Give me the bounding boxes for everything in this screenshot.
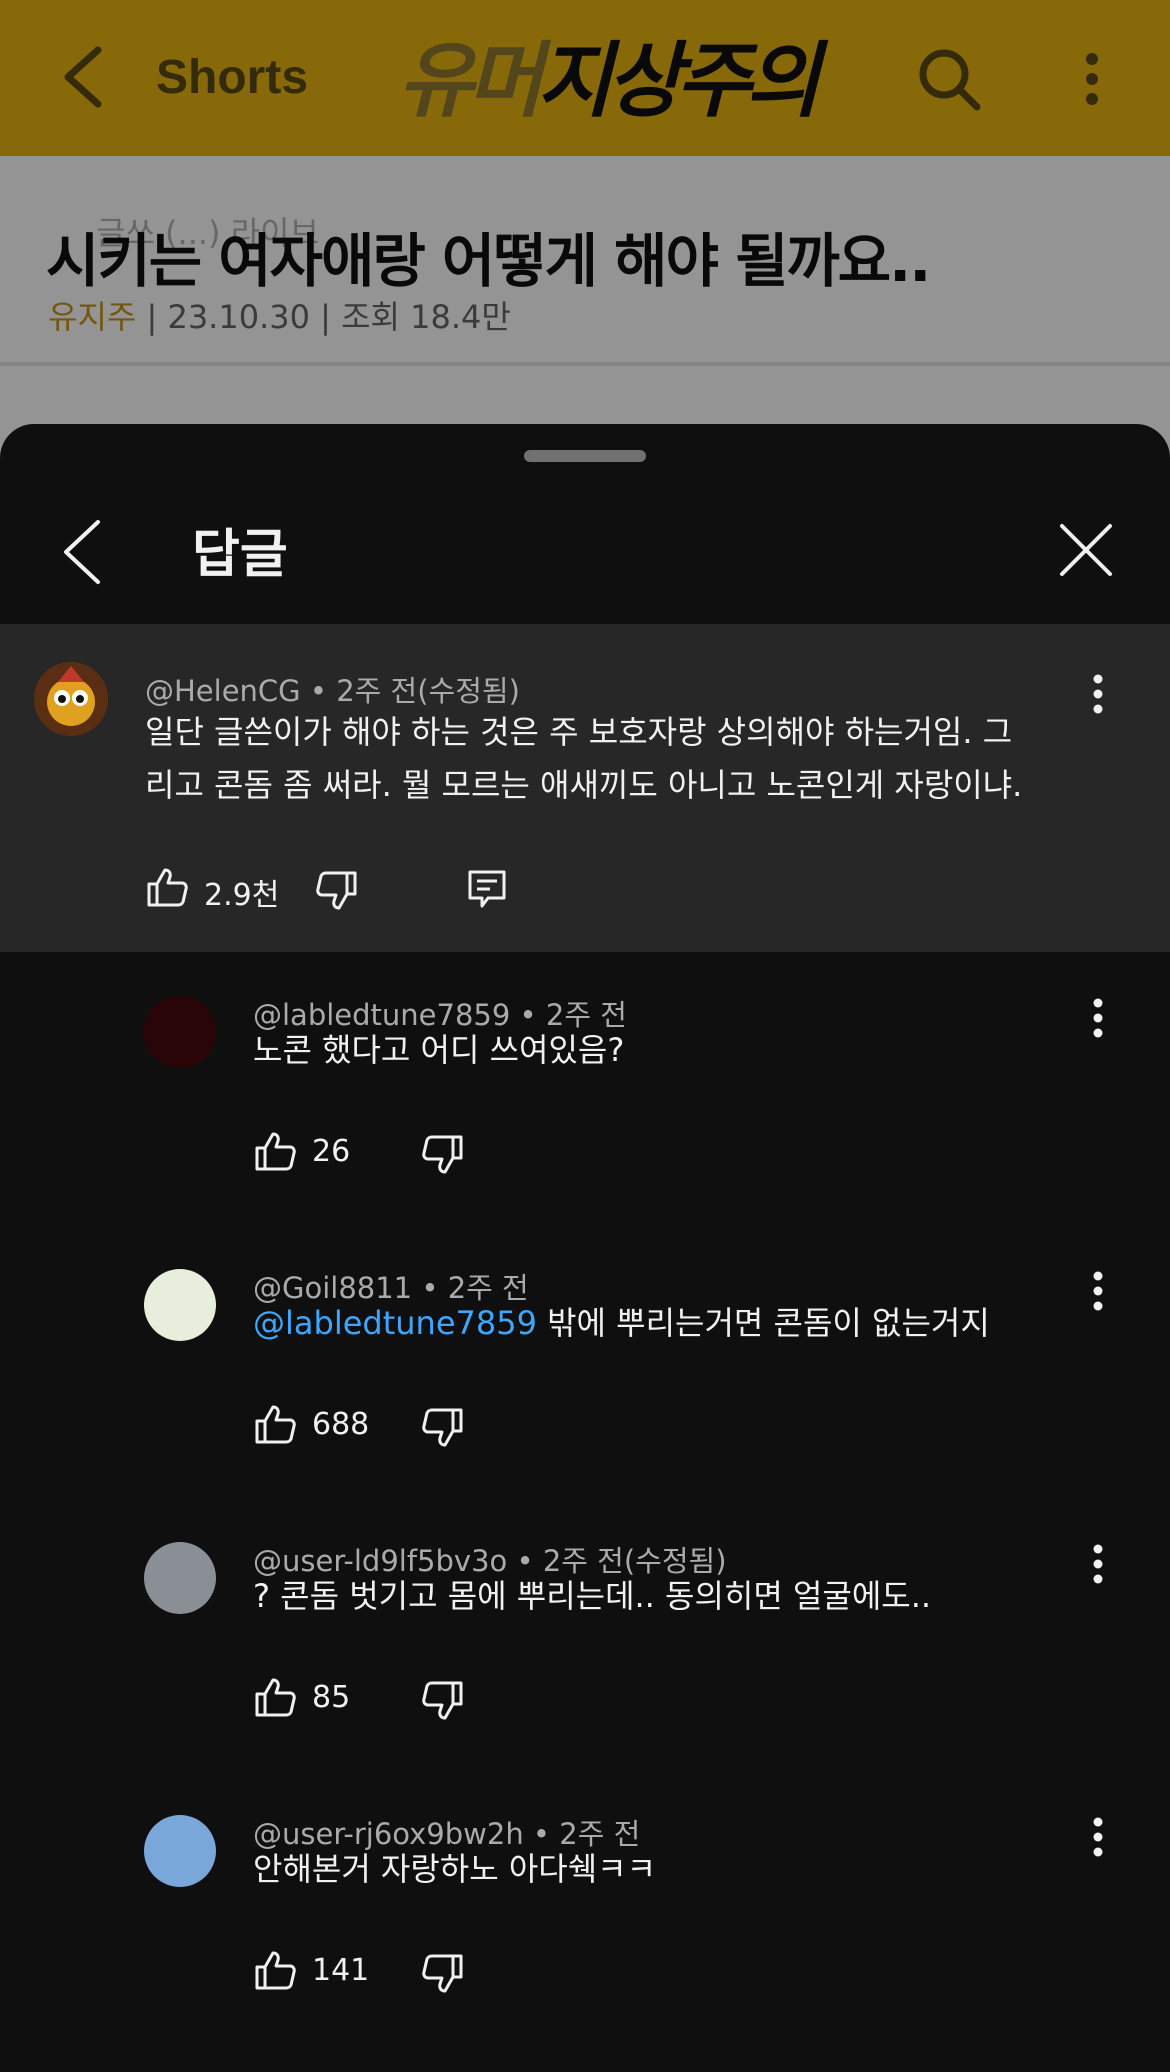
avatar[interactable] — [144, 996, 216, 1068]
like-count: 141 — [312, 1953, 370, 1988]
reply-comment: @Goil8811 • 2주 전 @labledtune7859 밖에 뿌리는거… — [0, 1227, 1170, 1500]
comment-more-icon[interactable] — [1092, 1817, 1104, 1857]
thumbs-down-icon[interactable] — [422, 1407, 464, 1449]
like-count: 26 — [312, 1134, 351, 1169]
parent-comment: @HelenCG • 2주 전(수정됨) 일단 글쓴이가 해야 하는 것은 주 … — [0, 624, 1170, 952]
comment-text: ? 콘돔 벗기고 몸에 뿌리는데.. 동의히면 얼굴에도.. — [253, 1570, 1083, 1623]
thumbs-up-icon[interactable] — [254, 1403, 296, 1445]
reply-icon[interactable] — [466, 868, 508, 910]
comment-body: 밖에 뿌리는거면 콘돔이 없는거지 — [536, 1304, 990, 1342]
comment-text: 일단 글쓴이가 해야 하는 것은 주 보호자랑 상의해야 하는거임. 그 리고 … — [145, 706, 1085, 812]
like-count: 85 — [312, 1680, 351, 1715]
back-arrow-icon[interactable] — [58, 516, 108, 588]
comment-more-icon[interactable] — [1092, 1271, 1104, 1311]
comment-more-icon[interactable] — [1092, 674, 1104, 714]
drag-handle[interactable] — [524, 450, 646, 462]
avatar[interactable] — [144, 1815, 216, 1887]
thumbs-up-icon[interactable] — [254, 1130, 296, 1172]
comment-text-line: 일단 글쓴이가 해야 하는 것은 주 보호자랑 상의해야 하는거임. 그 — [145, 713, 1013, 751]
sheet-title: 답글 — [192, 525, 288, 585]
comment-username[interactable]: @HelenCG — [145, 674, 301, 708]
reply-comment: @user-ld9lf5bv3o • 2주 전(수정됨) ? 콘돔 벗기고 몸에… — [0, 1500, 1170, 1773]
replies-sheet: 답글 @HelenCG • 2주 전(수정됨) 일단 글쓴이가 해야 하는 것은… — [0, 424, 1170, 2072]
comment-text-line: 리고 콘돔 좀 써라. 뭘 모르는 애새끼도 아니고 노콘인게 자랑이냐. — [145, 766, 1023, 804]
reply-comment: @labledtune7859 • 2주 전 노콘 했다고 어디 쓰여있음? 2… — [0, 954, 1170, 1227]
thumbs-up-icon[interactable] — [146, 866, 188, 908]
thumbs-down-icon[interactable] — [422, 1680, 464, 1722]
thumbs-up-icon[interactable] — [254, 1676, 296, 1718]
meta-dot: • — [300, 674, 337, 708]
thumbs-up-icon[interactable] — [254, 1949, 296, 1991]
comment-time: 2주 전(수정됨) — [336, 674, 520, 708]
avatar[interactable] — [144, 1542, 216, 1614]
like-count: 2.9천 — [204, 878, 280, 913]
reply-comment: @user-rj6ox9bw2h • 2주 전 안해본거 자랑하노 아다쉑ㅋㅋ … — [0, 1773, 1170, 2046]
mention-link[interactable]: @labledtune7859 — [253, 1304, 537, 1342]
comment-meta: @HelenCG • 2주 전(수정됨) — [145, 668, 520, 710]
comment-more-icon[interactable] — [1092, 998, 1104, 1038]
like-count: 688 — [312, 1407, 370, 1442]
comment-body: ? 콘돔 벗기고 몸에 뿌리는데.. 동의히면 얼굴에도.. — [253, 1577, 932, 1615]
comment-text: @labledtune7859 밖에 뿌리는거면 콘돔이 없는거지 — [253, 1297, 1083, 1350]
thumbs-down-icon[interactable] — [316, 870, 358, 912]
avatar-image — [34, 662, 108, 736]
comment-more-icon[interactable] — [1092, 1544, 1104, 1584]
avatar[interactable] — [144, 1269, 216, 1341]
comment-body: 안해본거 자랑하노 아다쉑ㅋㅋ — [253, 1850, 657, 1888]
comment-text: 노콘 했다고 어디 쓰여있음? — [253, 1024, 1083, 1077]
thumbs-down-icon[interactable] — [422, 1134, 464, 1176]
avatar[interactable] — [34, 662, 108, 736]
thumbs-down-icon[interactable] — [422, 1953, 464, 1995]
close-icon[interactable] — [1058, 522, 1114, 578]
comment-text: 안해본거 자랑하노 아다쉑ㅋㅋ — [253, 1843, 1083, 1896]
comment-body: 노콘 했다고 어디 쓰여있음? — [253, 1031, 625, 1069]
